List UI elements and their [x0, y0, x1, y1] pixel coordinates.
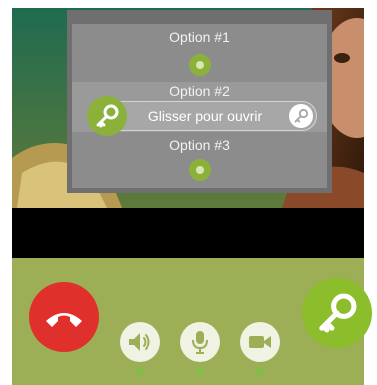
- slider-label: Glisser pour ouvrir: [147, 108, 263, 124]
- camera-status-dot: [256, 368, 263, 375]
- radio-dot-icon[interactable]: [188, 159, 211, 181]
- speaker-icon: [129, 333, 150, 351]
- intercom-call-screen: Option #1 Option #2 Glisser pour ouvrir: [0, 0, 377, 385]
- slide-to-open-slider[interactable]: Glisser pour ouvrir: [87, 96, 317, 136]
- call-control-bar: [12, 258, 372, 385]
- key-icon: [319, 293, 357, 333]
- video-camera-icon: [249, 336, 271, 348]
- option-3-label[interactable]: Option #3: [72, 137, 327, 153]
- slider-end-target: [289, 104, 313, 128]
- unlock-door-button[interactable]: [302, 278, 372, 348]
- hangup-button[interactable]: [29, 282, 99, 352]
- speaker-button[interactable]: [120, 322, 160, 362]
- phone-hangup-icon: [46, 313, 82, 327]
- options-list: Option #1 Option #2 Glisser pour ouvrir: [72, 24, 327, 188]
- camera-button[interactable]: [240, 322, 280, 362]
- microphone-status-dot: [196, 368, 203, 375]
- options-popup: Option #1 Option #2 Glisser pour ouvrir: [67, 10, 332, 193]
- key-icon: [294, 108, 309, 123]
- key-icon: [96, 104, 119, 128]
- microphone-button[interactable]: [180, 322, 220, 362]
- video-letterbox: [12, 208, 364, 258]
- option-1-label[interactable]: Option #1: [72, 29, 327, 45]
- speaker-status-dot: [136, 368, 143, 375]
- slider-handle[interactable]: [87, 96, 127, 136]
- microphone-icon: [192, 331, 208, 354]
- radio-dot-icon[interactable]: [188, 54, 211, 76]
